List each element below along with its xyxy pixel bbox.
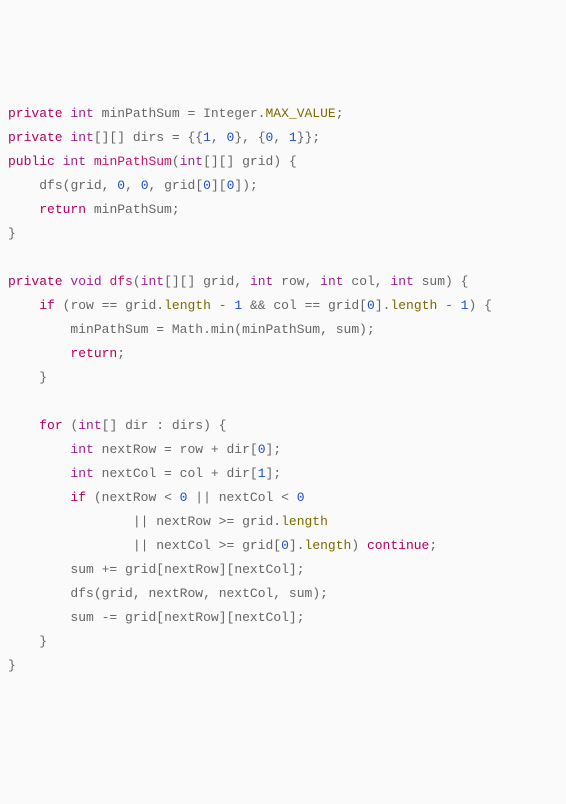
keyword: if [39,298,55,313]
code-line: return minPathSum; [8,202,180,217]
class-ref: Integer [203,106,258,121]
code-line: int nextRow = row + dir[0]; [8,442,281,457]
code-line: return; [8,346,125,361]
keyword: private [8,274,63,289]
number-literal: 1 [289,130,297,145]
keyword: for [39,418,62,433]
code-line: dfs(grid, nextRow, nextCol, sum); [8,586,328,601]
type: int [70,106,93,121]
keyword: public [8,154,55,169]
code-line: || nextRow >= grid.length [8,514,328,529]
method-name: minPathSum [94,154,172,169]
keyword: return [39,202,86,217]
code-line: for (int[] dir : dirs) { [8,418,227,433]
code-line: if (nextRow < 0 || nextCol < 0 [8,490,305,505]
code-block: private int minPathSum = Integer.MAX_VAL… [8,102,558,678]
property: MAX_VALUE [265,106,335,121]
code-line: private int minPathSum = Integer.MAX_VAL… [8,106,344,121]
code-line: int nextCol = col + dir[1]; [8,466,281,481]
code-line: if (row == grid.length - 1 && col == gri… [8,298,492,313]
type: int [63,154,86,169]
code-line [8,394,16,409]
method-name: dfs [109,274,132,289]
code-line: private int[][] dirs = {{1, 0}, {0, 1}}; [8,130,320,145]
code-line: minPathSum = Math.min(minPathSum, sum); [8,322,375,337]
code-line: } [8,370,47,385]
code-line [8,250,16,265]
number-literal: 1 [203,130,211,145]
identifier: dirs [133,130,164,145]
keyword: private [8,130,63,145]
code-line: private void dfs(int[][] grid, int row, … [8,274,468,289]
type: int [70,130,93,145]
code-line: } [8,226,16,241]
code-line: sum += grid[nextRow][nextCol]; [8,562,305,577]
type: void [70,274,101,289]
identifier: minPathSum [102,106,180,121]
code-line: dfs(grid, 0, 0, grid[0][0]); [8,178,258,193]
code-line: } [8,634,47,649]
keyword: private [8,106,63,121]
code-line: sum -= grid[nextRow][nextCol]; [8,610,305,625]
code-line: public int minPathSum(int[][] grid) { [8,154,297,169]
code-line: } [8,658,16,673]
code-line: || nextCol >= grid[0].length) continue; [8,538,437,553]
